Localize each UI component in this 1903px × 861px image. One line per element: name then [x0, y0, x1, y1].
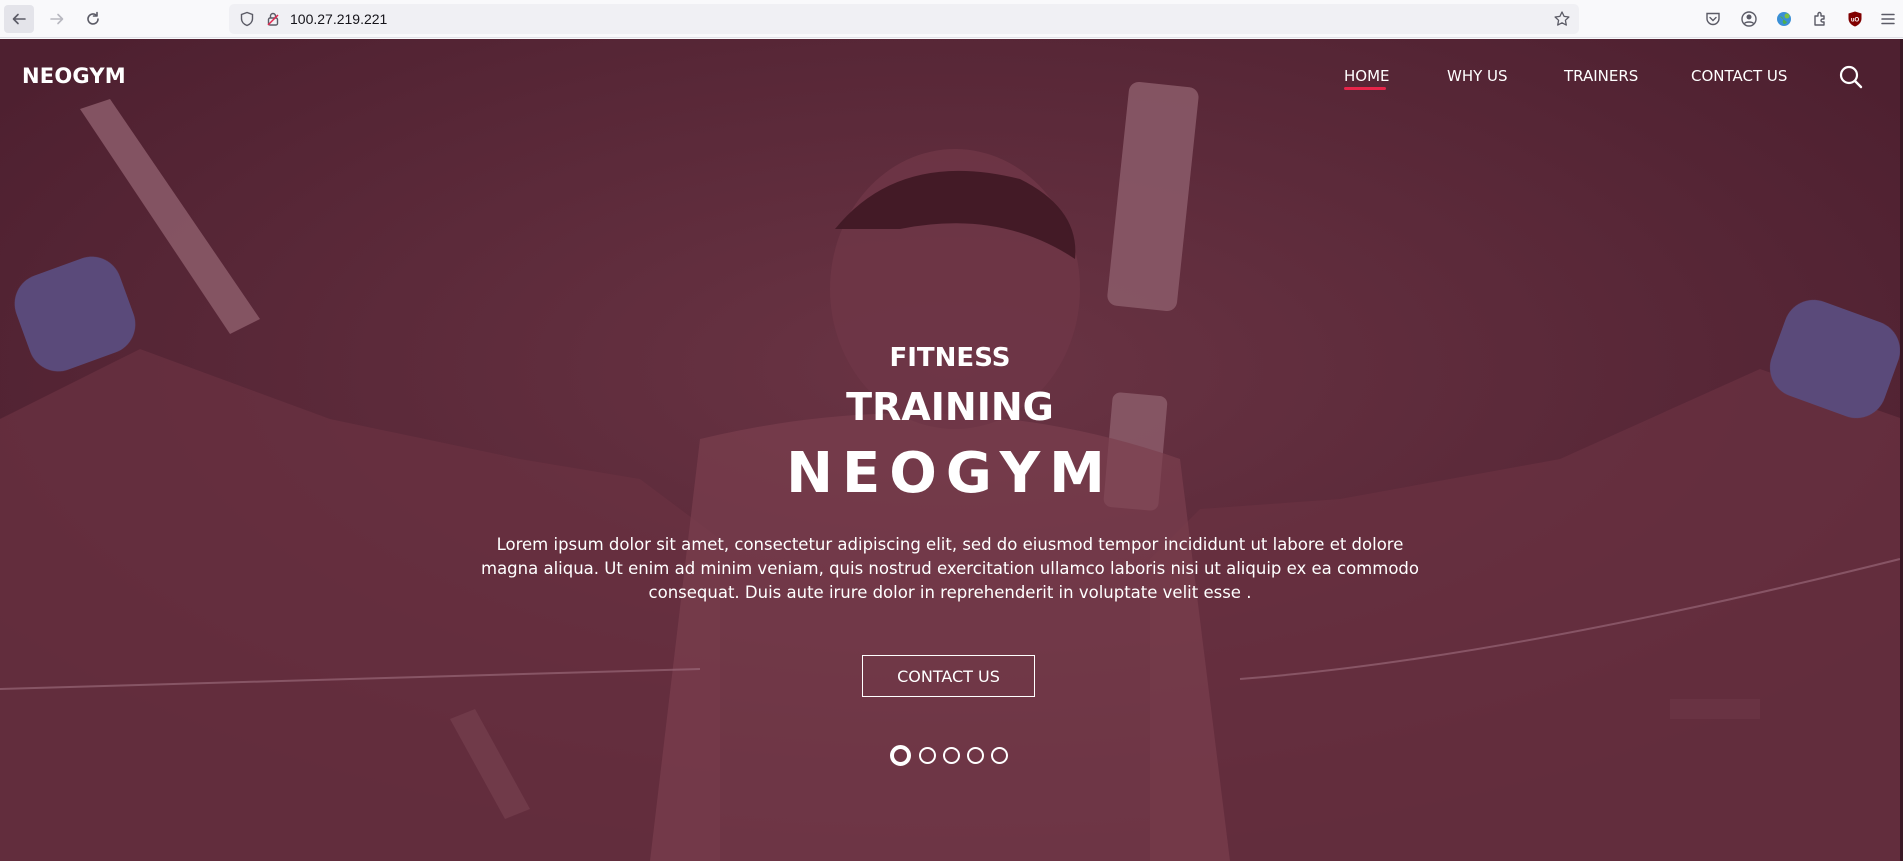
menu-icon — [1881, 13, 1895, 25]
browser-toolbar: 100.27.219.221 uO — [0, 0, 1903, 38]
forward-icon — [50, 13, 64, 25]
slider-dot-5[interactable] — [991, 747, 1008, 764]
slider-dot-3[interactable] — [943, 747, 960, 764]
ublock-button[interactable]: uO — [1845, 9, 1865, 29]
address-bar[interactable]: 100.27.219.221 — [229, 4, 1579, 34]
reload-button[interactable] — [78, 5, 108, 33]
slider-dot-1[interactable] — [890, 745, 911, 766]
slider-dot-4[interactable] — [967, 747, 984, 764]
shield-icon[interactable] — [239, 11, 255, 27]
ublock-icon: uO — [1848, 11, 1862, 27]
star-icon[interactable] — [1553, 10, 1571, 28]
slider-dot-2[interactable] — [919, 747, 936, 764]
page-viewport: NEOGYM HOME WHY US TRAINERS CONTACT US F… — [0, 39, 1903, 861]
svg-text:uO: uO — [1851, 18, 1860, 24]
extensions-button[interactable] — [1810, 9, 1830, 29]
menu-button[interactable] — [1878, 9, 1898, 29]
account-button[interactable] — [1739, 9, 1759, 29]
extensions-icon — [1814, 11, 1825, 26]
hero-subtitle: TRAINING — [846, 385, 1054, 429]
hero-description: Lorem ipsum dolor sit amet, consectetur … — [481, 535, 1419, 602]
hero-kicker: FITNESS — [889, 343, 1011, 373]
lock-icon[interactable] — [265, 11, 281, 27]
hero-title: NEOGYM — [786, 441, 1114, 506]
hero-section: FITNESS TRAINING NEOGYM Lorem ipsum dolo… — [0, 39, 1900, 861]
account-icon — [1741, 11, 1757, 27]
reload-icon — [87, 11, 99, 25]
globe-extension-button[interactable] — [1774, 9, 1794, 29]
slider-pagination — [890, 744, 1020, 766]
pocket-icon — [1706, 12, 1720, 26]
back-button[interactable] — [4, 5, 34, 33]
back-icon — [12, 13, 26, 25]
globe-extension-icon — [1777, 12, 1791, 26]
forward-button[interactable] — [42, 5, 72, 33]
url-text[interactable]: 100.27.219.221 — [290, 11, 387, 27]
contact-us-button[interactable]: CONTACT US — [862, 655, 1035, 697]
pocket-button[interactable] — [1703, 9, 1723, 29]
